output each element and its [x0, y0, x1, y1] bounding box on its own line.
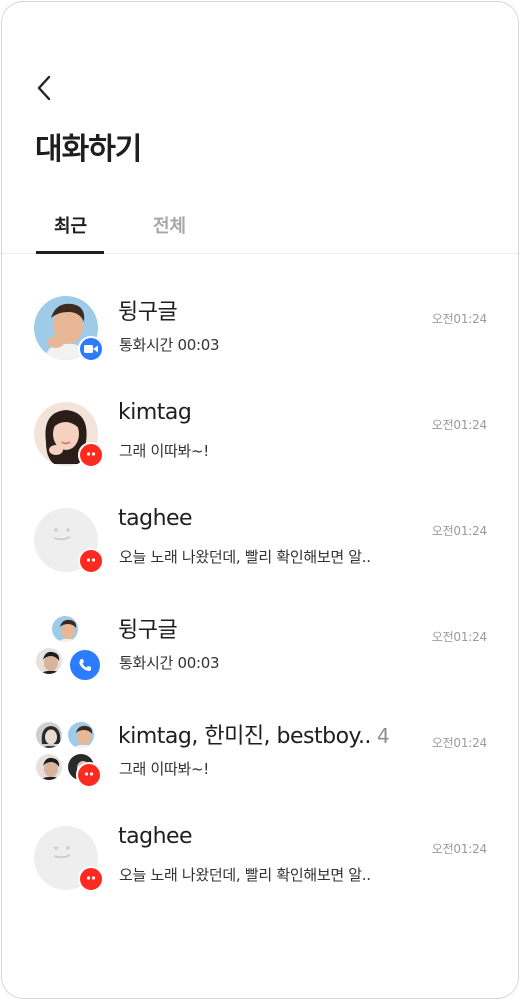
avatar — [34, 720, 64, 750]
chat-preview: 통화시간 00:03 — [119, 654, 220, 672]
group-avatar-container — [34, 720, 102, 788]
chat-time: 오전01:24 — [431, 736, 487, 750]
chat-bubble-icon — [84, 772, 94, 776]
chat-badge — [78, 866, 104, 892]
tab-recent[interactable]: 최근 — [54, 212, 87, 238]
phone-icon — [79, 659, 91, 671]
chat-time: 오전01:24 — [431, 630, 487, 644]
tab-bar: 최근 전체 — [2, 198, 518, 254]
chat-name: 뒹구글 — [118, 300, 178, 325]
chat-name: kimtag — [118, 400, 192, 425]
tab-all[interactable]: 전체 — [153, 212, 186, 238]
chat-preview: 그래 이따봐~! — [119, 442, 209, 460]
chat-name: taghee — [118, 506, 193, 531]
chat-list-item[interactable]: kimtag, 한미진, bestboy.. 4 그래 이따봐~! 오전01:24 — [2, 700, 518, 806]
chat-preview: 통화시간 00:03 — [119, 336, 220, 354]
chat-badge — [78, 548, 104, 574]
chat-list-item[interactable]: kimtag 그래 이따봐~! 오전01:24 — [2, 382, 518, 488]
chat-time: 오전01:24 — [431, 312, 487, 326]
chat-name: 뒹구글 — [118, 618, 178, 643]
chevron-left-icon — [37, 75, 51, 101]
chat-list-item[interactable]: 뒹구글 통화시간 00:03 오전01:24 — [2, 276, 518, 382]
group-avatar-container — [34, 614, 102, 682]
video-call-icon — [84, 345, 98, 353]
chat-badge — [76, 762, 102, 788]
avatar — [34, 752, 64, 782]
page-title: 대화하기 — [35, 132, 142, 167]
chat-time: 오전01:24 — [431, 842, 487, 856]
app-screen: 대화하기 최근 전체 뒹구글 통화시간 00:03 오전01:24 kimtag… — [1, 1, 519, 999]
chat-time: 오전01:24 — [431, 418, 487, 432]
avatar-container — [34, 402, 104, 468]
chat-name: kimtag, 한미진, bestboy.. 4 — [118, 724, 390, 749]
chat-bubble-icon — [86, 452, 96, 456]
avatar — [66, 720, 96, 750]
chat-bubble-icon — [86, 876, 96, 880]
chat-list-item[interactable]: taghee 오늘 노래 나왔던데, 빨리 확인해보면 알.. 오전01:24 — [2, 488, 518, 594]
chat-preview: 오늘 노래 나왔던데, 빨리 확인해보면 알.. — [119, 866, 371, 884]
avatar — [50, 614, 80, 644]
avatar-container — [34, 826, 104, 892]
video-call-badge — [78, 336, 104, 362]
chat-time: 오전01:24 — [431, 524, 487, 538]
chat-list-item[interactable]: taghee 오늘 노래 나왔던데, 빨리 확인해보면 알.. 오전01:24 — [2, 806, 518, 912]
phone-call-badge — [68, 648, 102, 682]
avatar — [34, 646, 64, 676]
back-button[interactable] — [32, 74, 56, 102]
chat-preview: 오늘 노래 나왔던데, 빨리 확인해보면 알.. — [119, 548, 371, 566]
avatar-container — [34, 296, 104, 362]
chat-list: 뒹구글 통화시간 00:03 오전01:24 kimtag 그래 이따봐~! 오… — [2, 276, 518, 912]
member-count: 4 — [376, 724, 390, 748]
chat-bubble-icon — [86, 558, 96, 562]
chat-name: taghee — [118, 824, 193, 849]
avatar-container — [34, 508, 104, 574]
chat-preview: 그래 이따봐~! — [119, 760, 209, 778]
chat-list-item[interactable]: 뒹구글 통화시간 00:03 오전01:24 — [2, 594, 518, 700]
active-tab-indicator — [36, 251, 104, 254]
chat-badge — [78, 442, 104, 468]
